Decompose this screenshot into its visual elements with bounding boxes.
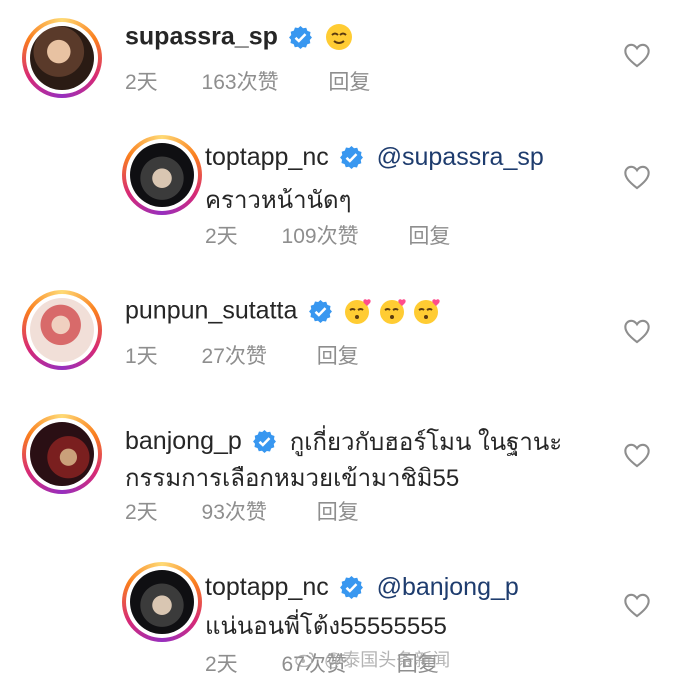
kissing-face-emoji-icon — [412, 296, 442, 326]
comment-text: กูเกี่ยวกับฮอร์โมน ในฐานะ — [289, 429, 563, 456]
kissing-face-emoji-icon — [378, 296, 408, 326]
avatar[interactable] — [122, 135, 202, 215]
username[interactable]: toptapp_nc — [205, 143, 329, 171]
avatar[interactable] — [122, 562, 202, 642]
reply-button[interactable]: 回复 — [317, 340, 359, 370]
reply-button[interactable]: 回复 — [408, 220, 450, 250]
comment-text: คราวหน้านัดๆ — [205, 187, 352, 214]
watermark-text: @泰国头条新闻 — [324, 650, 451, 670]
reply-button[interactable]: 回复 — [317, 496, 359, 526]
username[interactable]: toptapp_nc — [205, 573, 329, 601]
comment-time: 1天 — [125, 345, 158, 368]
like-count[interactable]: 109次赞 — [282, 220, 359, 250]
reply-button[interactable]: 回复 — [328, 66, 370, 96]
username[interactable]: supassra_sp — [125, 23, 278, 51]
heart-icon[interactable] — [623, 42, 651, 68]
username[interactable]: punpun_sutatta — [125, 297, 297, 325]
avatar[interactable] — [22, 18, 102, 98]
verified-badge-icon — [339, 575, 364, 600]
heart-icon[interactable] — [623, 164, 651, 190]
like-count[interactable]: 163次赞 — [202, 66, 279, 96]
smiling-face-emoji-icon — [324, 22, 354, 52]
watermark: @泰国头条新闻 — [295, 646, 450, 672]
comment-text-continued: กรรมการเลือกหมวยเข้ามาชิมิ55 — [125, 465, 460, 492]
comment-text: แน่นอนพี่โต้ง55555555 — [205, 613, 447, 640]
heart-icon[interactable] — [623, 442, 651, 468]
comment-time: 2天 — [205, 653, 238, 676]
verified-badge-icon — [252, 429, 277, 454]
username[interactable]: banjong_p — [125, 427, 242, 455]
mention-link[interactable]: @supassra_sp — [377, 143, 544, 171]
like-count[interactable]: 27次赞 — [202, 340, 267, 370]
comment-time: 2天 — [125, 501, 158, 524]
avatar[interactable] — [22, 290, 102, 370]
comment-time: 2天 — [205, 225, 238, 248]
heart-icon[interactable] — [623, 592, 651, 618]
mention-link[interactable]: @banjong_p — [377, 573, 519, 601]
verified-badge-icon — [288, 25, 313, 50]
like-count[interactable]: 93次赞 — [202, 496, 267, 526]
verified-badge-icon — [339, 145, 364, 170]
weibo-logo-icon — [295, 651, 315, 672]
verified-badge-icon — [308, 299, 333, 324]
avatar[interactable] — [22, 414, 102, 494]
comment-time: 2天 — [125, 71, 158, 94]
heart-icon[interactable] — [623, 318, 651, 344]
kissing-face-emoji-icon — [343, 296, 373, 326]
